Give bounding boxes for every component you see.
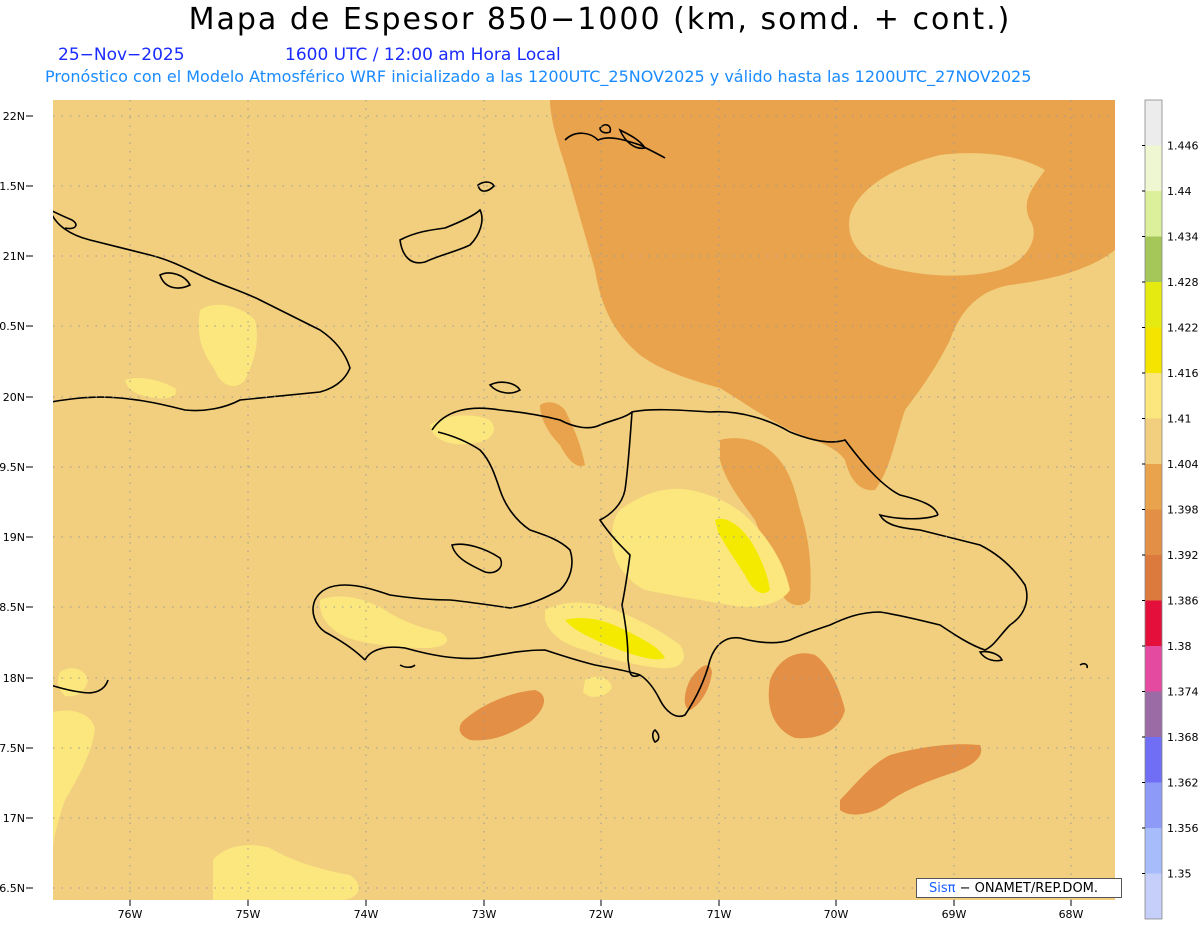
colorbar-label: 1.386 — [1167, 595, 1199, 608]
longitude-axis: 76W 75W 74W 73W 72W 71W 70W 69W 68W — [118, 908, 1084, 921]
colorbar-label: 1.356 — [1167, 822, 1199, 835]
lon-label: 74W — [354, 908, 379, 921]
lat-label: 1.5N — [0, 180, 25, 193]
lon-label: 68W — [1059, 908, 1084, 921]
lon-label: 75W — [236, 908, 261, 921]
colorbar-label: 1.404 — [1167, 458, 1199, 471]
colorbar-swatch — [1145, 737, 1162, 783]
colorbar-swatch — [1145, 782, 1162, 828]
colorbar-swatch — [1145, 555, 1162, 601]
colorbar-swatch — [1145, 418, 1162, 464]
thickness-field — [53, 100, 1115, 900]
lon-label: 71W — [707, 908, 732, 921]
credit-box: Sisπ − ONAMET/REP.DOM. — [916, 878, 1122, 898]
lon-label: 76W — [118, 908, 143, 921]
colorbar-swatch — [1145, 191, 1162, 237]
credit-text: − ONAMET/REP.DOM. — [959, 881, 1099, 896]
colorbar-swatch — [1145, 873, 1162, 919]
sispi-logo: Sisπ — [929, 881, 956, 896]
latitude-axis: 22N 1.5N 21N 0.5N 20N 9.5N 19N 8.5N 18N … — [0, 110, 25, 895]
colorbar-swatch — [1145, 236, 1162, 282]
colorbar-label: 1.398 — [1167, 504, 1199, 517]
colorbar-swatch — [1145, 100, 1162, 146]
lat-label: 22N — [3, 110, 25, 123]
lat-label: 0.5N — [0, 320, 25, 333]
colorbar-swatch — [1145, 327, 1162, 373]
lat-label: 7.5N — [0, 742, 25, 755]
colorbar-label: 1.446 — [1167, 140, 1199, 153]
colorbar-label: 1.392 — [1167, 549, 1199, 562]
colorbar-label: 1.362 — [1167, 777, 1199, 790]
colorbar-swatch — [1145, 509, 1162, 555]
coast-islet-e — [35, 635, 50, 650]
lat-label: 17N — [3, 812, 25, 825]
lat-label: 6.5N — [0, 882, 25, 895]
lat-label: 18N — [3, 672, 25, 685]
colorbar-label: 1.41 — [1167, 413, 1192, 426]
colorbar-label: 1.428 — [1167, 276, 1199, 289]
lat-label: 19N — [3, 531, 25, 544]
colorbar-label: 1.374 — [1167, 686, 1199, 699]
colorbar-label: 1.422 — [1167, 322, 1199, 335]
colorbar-swatch — [1145, 600, 1162, 646]
colorbar-label: 1.416 — [1167, 367, 1199, 380]
lat-label: 8.5N — [0, 601, 25, 614]
colorbar-swatch — [1145, 282, 1162, 328]
lon-label: 69W — [942, 908, 967, 921]
colorbar-label: 1.434 — [1167, 231, 1199, 244]
colorbar-swatch — [1145, 145, 1162, 191]
lon-label: 70W — [824, 908, 849, 921]
lon-label: 73W — [472, 908, 497, 921]
map-canvas: 22N 1.5N 21N 0.5N 20N 9.5N 19N 8.5N 18N … — [0, 99, 1199, 921]
lon-label: 72W — [589, 908, 614, 921]
colorbar-swatch — [1145, 464, 1162, 510]
longitude-ticks — [129, 900, 1072, 906]
colorbar-swatch — [1145, 373, 1162, 419]
colorbar-label: 1.38 — [1167, 640, 1192, 653]
lat-label: 9.5N — [0, 461, 25, 474]
colorbar-label: 1.368 — [1167, 731, 1199, 744]
colorbar-label: 1.35 — [1167, 868, 1192, 881]
latitude-ticks — [26, 115, 33, 889]
colorbar-swatch — [1145, 691, 1162, 737]
lat-label: 20N — [3, 391, 25, 404]
colorbar: 1.446 1.44 1.434 1.428 1.422 1.416 1.41 1.404 1.… — [1142, 99, 1199, 920]
colorbar-swatch — [1145, 828, 1162, 874]
colorbar-label: 1.44 — [1167, 185, 1192, 198]
colorbar-swatch — [1145, 646, 1162, 692]
lat-label: 21N — [3, 250, 25, 263]
